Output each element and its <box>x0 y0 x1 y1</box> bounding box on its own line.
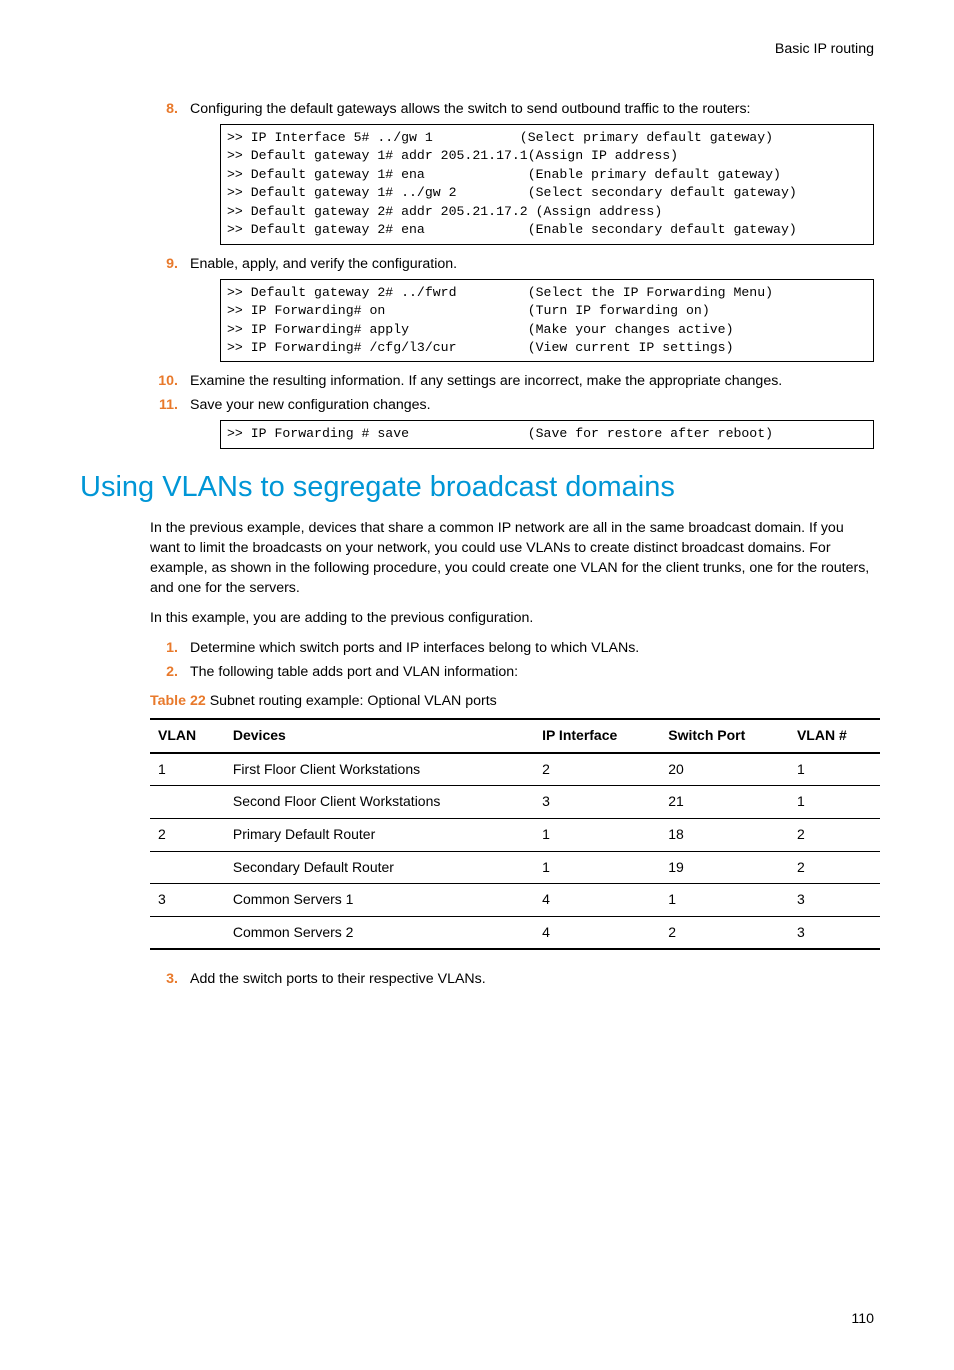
cell: 2 <box>150 819 225 852</box>
code-block-9: >> Default gateway 2# ../fwrd (Select th… <box>220 279 874 363</box>
cell: 4 <box>534 884 660 917</box>
table-label: Table 22 <box>150 693 206 709</box>
steps-list-c: 3. Add the switch ports to their respect… <box>80 970 874 990</box>
step-number: 11. <box>150 396 178 416</box>
steps-list-a3: 10. Examine the resulting information. I… <box>80 372 874 416</box>
step-text: Save your new configuration changes. <box>190 397 431 413</box>
table-row: Secondary Default Router 1 19 2 <box>150 851 880 884</box>
page-number: 110 <box>80 1310 874 1330</box>
cell: Common Servers 2 <box>225 916 534 949</box>
table-caption: Subnet routing example: Optional VLAN po… <box>210 693 497 709</box>
th-vlan: VLAN <box>150 719 225 753</box>
cell: 3 <box>150 884 225 917</box>
step-text: Determine which switch ports and IP inte… <box>190 640 639 656</box>
cell: Primary Default Router <box>225 819 534 852</box>
cell: 4 <box>534 916 660 949</box>
step-number: 10. <box>150 372 178 392</box>
steps-list-b: 1. Determine which switch ports and IP i… <box>80 639 874 683</box>
cell: 20 <box>660 753 789 786</box>
paragraph-2: In this example, you are adding to the p… <box>150 609 874 629</box>
th-devices: Devices <box>225 719 534 753</box>
th-vlannum: VLAN # <box>789 719 880 753</box>
cell: 1 <box>534 819 660 852</box>
vlan-table: VLAN Devices IP Interface Switch Port VL… <box>150 718 880 950</box>
cell <box>150 786 225 819</box>
step-text: Configuring the default gateways allows … <box>190 101 750 117</box>
cell: 1 <box>534 851 660 884</box>
step-number: 8. <box>150 100 178 120</box>
cell: 18 <box>660 819 789 852</box>
step-b2: 2. The following table adds port and VLA… <box>80 663 874 683</box>
code-block-11: >> IP Forwarding # save (Save for restor… <box>220 420 874 448</box>
cell: Common Servers 1 <box>225 884 534 917</box>
cell: 2 <box>534 753 660 786</box>
step-9: 9. Enable, apply, and verify the configu… <box>80 255 874 275</box>
paragraph-1: In the previous example, devices that sh… <box>150 519 874 599</box>
cell: 1 <box>789 786 880 819</box>
cell: Second Floor Client Workstations <box>225 786 534 819</box>
step-text: Enable, apply, and verify the configurat… <box>190 256 457 272</box>
cell: 2 <box>660 916 789 949</box>
cell: 1 <box>660 884 789 917</box>
table-title: Table 22 Subnet routing example: Optiona… <box>150 692 874 712</box>
cell: 3 <box>789 916 880 949</box>
table-header-row: VLAN Devices IP Interface Switch Port VL… <box>150 719 880 753</box>
step-c3: 3. Add the switch ports to their respect… <box>80 970 874 990</box>
code-block-8: >> IP Interface 5# ../gw 1 (Select prima… <box>220 124 874 245</box>
step-text: Examine the resulting information. If an… <box>190 373 782 389</box>
step-number: 9. <box>150 255 178 275</box>
table-row: 2 Primary Default Router 1 18 2 <box>150 819 880 852</box>
cell: Secondary Default Router <box>225 851 534 884</box>
cell: 21 <box>660 786 789 819</box>
cell: 1 <box>150 753 225 786</box>
step-text: The following table adds port and VLAN i… <box>190 664 518 680</box>
steps-list-a: 8. Configuring the default gateways allo… <box>80 100 874 120</box>
step-b1: 1. Determine which switch ports and IP i… <box>80 639 874 659</box>
cell: 1 <box>789 753 880 786</box>
page-header-right: Basic IP routing <box>80 40 874 60</box>
table-row: 1 First Floor Client Workstations 2 20 1 <box>150 753 880 786</box>
cell: 3 <box>789 884 880 917</box>
cell: First Floor Client Workstations <box>225 753 534 786</box>
cell <box>150 851 225 884</box>
th-port: Switch Port <box>660 719 789 753</box>
table-row: Second Floor Client Workstations 3 21 1 <box>150 786 880 819</box>
cell <box>150 916 225 949</box>
step-11: 11. Save your new configuration changes. <box>80 396 874 416</box>
step-number: 3. <box>150 970 178 990</box>
table-row: Common Servers 2 4 2 3 <box>150 916 880 949</box>
step-text: Add the switch ports to their respective… <box>190 971 486 987</box>
step-8: 8. Configuring the default gateways allo… <box>80 100 874 120</box>
cell: 2 <box>789 819 880 852</box>
cell: 3 <box>534 786 660 819</box>
cell: 2 <box>789 851 880 884</box>
cell: 19 <box>660 851 789 884</box>
steps-list-a2: 9. Enable, apply, and verify the configu… <box>80 255 874 275</box>
table-row: 3 Common Servers 1 4 1 3 <box>150 884 880 917</box>
step-number: 1. <box>150 639 178 659</box>
step-10: 10. Examine the resulting information. I… <box>80 372 874 392</box>
section-heading: Using VLANs to segregate broadcast domai… <box>80 467 874 508</box>
step-number: 2. <box>150 663 178 683</box>
th-ipif: IP Interface <box>534 719 660 753</box>
